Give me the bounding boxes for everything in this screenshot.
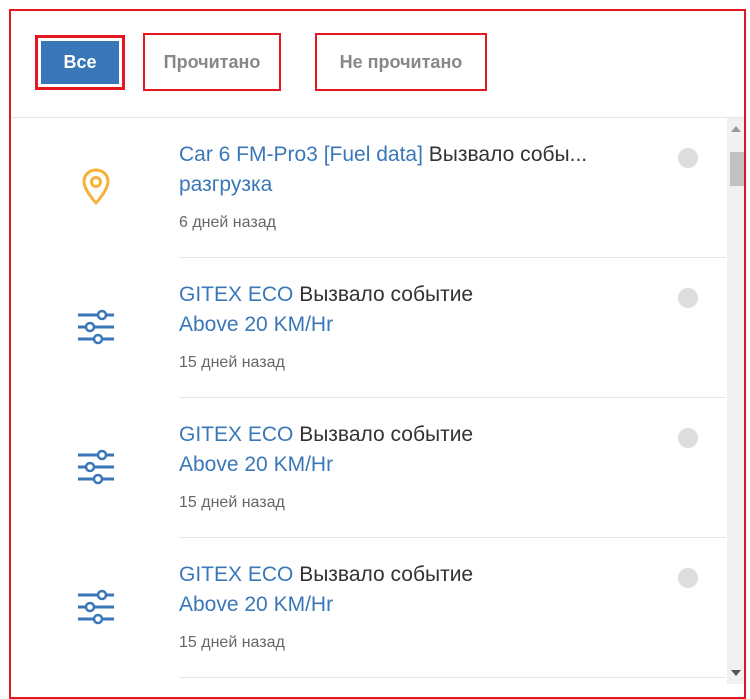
notification-time: 15 дней назад	[179, 494, 285, 511]
map-pin-icon	[71, 162, 121, 212]
tab-all-label[interactable]: Все	[41, 41, 119, 84]
notification-source[interactable]: Car 6 FM-Pro3 [Fuel data]	[179, 143, 423, 166]
unread-indicator[interactable]	[678, 288, 698, 308]
notification-action: Вызвало событие	[299, 283, 474, 306]
tab-all[interactable]: Все	[35, 35, 125, 90]
notification-source[interactable]: GITEX ECO	[179, 283, 293, 306]
notification-event[interactable]: Above 20 KM/Hr	[179, 310, 679, 340]
filter-toolbar: Все Прочитано Не прочитано	[11, 11, 744, 118]
notification-item[interactable]: GITEX ECO Вызвало событие Above 20 KM/Hr…	[11, 538, 726, 678]
scroll-up-arrow-icon[interactable]	[727, 124, 744, 138]
vertical-scrollbar[interactable]	[727, 118, 744, 684]
tab-unread[interactable]: Не прочитано	[315, 33, 487, 91]
unread-indicator[interactable]	[678, 148, 698, 168]
notification-source[interactable]: GITEX ECO	[179, 423, 293, 446]
notification-source[interactable]: GITEX ECO	[179, 563, 293, 586]
notification-time: 15 дней назад	[179, 634, 285, 651]
tab-read[interactable]: Прочитано	[143, 33, 281, 91]
divider	[179, 677, 726, 678]
notification-event[interactable]: Above 20 KM/Hr	[179, 450, 679, 480]
sliders-icon	[71, 442, 121, 492]
scroll-thumb[interactable]	[730, 152, 744, 186]
notification-time: 6 дней назад	[179, 214, 276, 231]
unread-indicator[interactable]	[678, 568, 698, 588]
notification-time: 15 дней назад	[179, 354, 285, 371]
scroll-down-arrow-icon[interactable]	[727, 668, 744, 682]
notification-action: Вызвало собы...	[428, 143, 588, 166]
notification-action: Вызвало событие	[299, 423, 474, 446]
notification-text: GITEX ECO Вызвало событие Above 20 KM/Hr	[179, 280, 679, 340]
notification-text: Car 6 FM-Pro3 [Fuel data] Вызвало собы..…	[179, 140, 679, 200]
notification-item[interactable]: GITEX ECO Вызвало событие Above 20 KM/Hr…	[11, 258, 726, 398]
notification-action: Вызвало событие	[299, 563, 474, 586]
notification-text: GITEX ECO Вызвало событие Above 20 KM/Hr	[179, 560, 679, 620]
sliders-icon	[71, 582, 121, 632]
notification-text: GITEX ECO Вызвало событие Above 20 KM/Hr	[179, 420, 679, 480]
notification-item[interactable]: GITEX ECO Вызвало событие Above 20 KM/Hr…	[11, 398, 726, 538]
unread-indicator[interactable]	[678, 428, 698, 448]
sliders-icon	[71, 302, 121, 352]
notification-event[interactable]: разгрузка	[179, 170, 679, 200]
notification-item[interactable]: Car 6 FM-Pro3 [Fuel data] Вызвало собы..…	[11, 118, 726, 258]
notification-event[interactable]: Above 20 KM/Hr	[179, 590, 679, 620]
notification-list: Car 6 FM-Pro3 [Fuel data] Вызвало собы..…	[11, 118, 726, 684]
